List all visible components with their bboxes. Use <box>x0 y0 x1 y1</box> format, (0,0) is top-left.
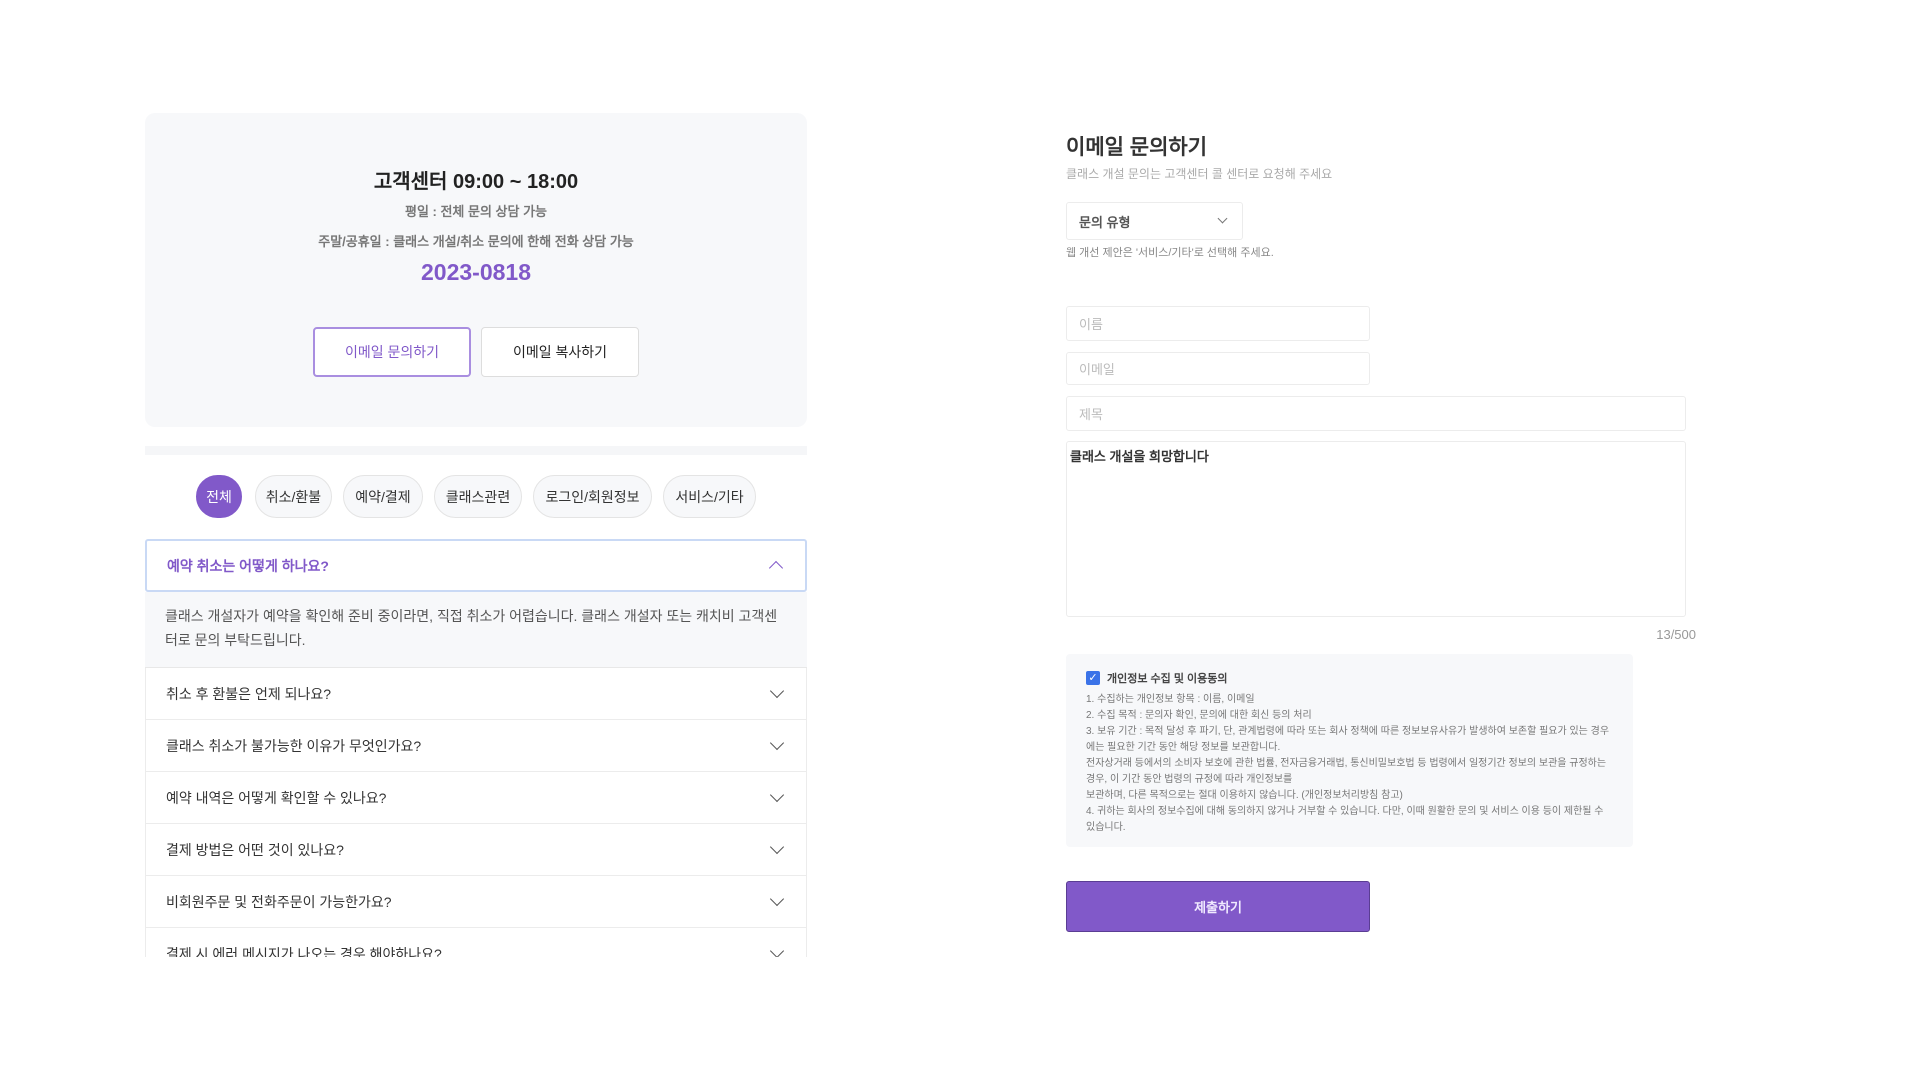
inquiry-type-select[interactable]: 문의 유형 <box>1066 202 1243 240</box>
phone-number: 2023-0818 <box>421 259 531 285</box>
faq-question: 결제 방법은 어떤 것이 있나요? <box>166 841 344 858</box>
select-value: 문의 유형 <box>1079 214 1131 230</box>
chevron-down-icon <box>769 839 785 855</box>
message-textarea[interactable]: 클래스 개설을 희망합니다 <box>1066 441 1686 617</box>
tab-class[interactable]: 클래스관련 <box>434 475 522 518</box>
faq-accordion: 예약 취소는 어떻게 하나요? 클래스 개설자가 예약을 확인해 준비 중이라면… <box>145 539 807 957</box>
char-counter: 13/500 <box>1656 627 1696 642</box>
chevron-down-icon <box>769 735 785 751</box>
faq-item-open[interactable]: 예약 취소는 어떻게 하나요? <box>145 539 807 592</box>
type-hint: 웹 개선 제안은 '서비스/기타'로 선택해 주세요. <box>1066 247 1274 259</box>
chevron-down-icon <box>1217 213 1228 224</box>
faq-question: 취소 후 환불은 언제 되나요? <box>166 685 332 702</box>
checkbox-checked-icon[interactable]: ✓ <box>1086 671 1100 685</box>
tab-reservation-payment[interactable]: 예약/결제 <box>343 475 423 518</box>
tab-login-member[interactable]: 로그인/회원정보 <box>533 475 652 518</box>
chevron-up-icon <box>768 560 784 576</box>
email-inquiry-button[interactable]: 이메일 문의하기 <box>313 327 471 377</box>
contact-info-card: 고객센터 09:00 ~ 18:00 평일 : 전체 문의 상담 가능 주말/공… <box>145 113 807 427</box>
privacy-line: 3. 보유 기간 : 목적 달성 후 파기, 단, 관계법령에 따라 또는 회사… <box>1086 726 1610 753</box>
privacy-line: 보관하며, 다른 목적으로는 절대 이용하지 않습니다. (개인정보처리방침 참… <box>1086 790 1403 801</box>
faq-question: 비회원주문 및 전화주문이 가능한가요? <box>166 893 392 910</box>
tab-service-etc[interactable]: 서비스/기타 <box>663 475 756 518</box>
faq-item[interactable]: 예약 내역은 어떻게 확인할 수 있나요? <box>145 772 807 824</box>
subject-input[interactable]: 제목 <box>1066 396 1686 431</box>
privacy-line: 1. 수집하는 개인정보 항목 : 이름, 이메일 <box>1086 694 1255 705</box>
privacy-title: 개인정보 수집 및 이용동의 <box>1107 673 1228 685</box>
faq-item[interactable]: 비회원주문 및 전화주문이 가능한가요? <box>145 876 807 928</box>
faq-item[interactable]: 결제 시 에러 메시지가 나오는 경우 해야하나요? <box>145 928 807 957</box>
chevron-down-icon <box>769 891 785 907</box>
privacy-line: 2. 수집 목적 : 문의자 확인, 문의에 대한 회신 등의 처리 <box>1086 710 1312 721</box>
email-copy-button[interactable]: 이메일 복사하기 <box>481 327 639 377</box>
privacy-consent-box: ✓ 개인정보 수집 및 이용동의 1. 수집하는 개인정보 항목 : 이름, 이메… <box>1066 654 1633 847</box>
faq-answer: 클래스 개설자가 예약을 확인해 준비 중이라면, 직접 취소가 어렵습니다. … <box>145 592 807 668</box>
chevron-down-icon <box>769 943 785 957</box>
faq-item[interactable]: 취소 후 환불은 언제 되나요? <box>145 668 807 720</box>
weekend-hours: 주말/공휴일 : 클래스 개설/취소 문의에 한해 전화 상담 가능 <box>318 234 634 249</box>
chevron-down-icon <box>769 787 785 803</box>
privacy-line: 4. 귀하는 회사의 정보수집에 대해 동의하지 않거나 거부할 수 있습니다.… <box>1086 806 1604 833</box>
faq-item[interactable]: 클래스 취소가 불가능한 이유가 무엇인가요? <box>145 720 807 772</box>
hours-title: 고객센터 09:00 ~ 18:00 <box>373 171 579 193</box>
submit-button[interactable]: 제출하기 <box>1066 881 1370 932</box>
chevron-down-icon <box>769 683 785 699</box>
email-input[interactable]: 이메일 <box>1066 352 1370 385</box>
weekday-hours: 평일 : 전체 문의 상담 가능 <box>405 204 547 219</box>
faq-question: 예약 내역은 어떻게 확인할 수 있나요? <box>166 789 387 806</box>
faq-question: 클래스 취소가 불가능한 이유가 무엇인가요? <box>166 737 422 754</box>
faq-question: 예약 취소는 어떻게 하나요? <box>167 557 329 574</box>
divider <box>145 446 807 455</box>
tab-cancel-refund[interactable]: 취소/환불 <box>255 475 332 518</box>
tab-all[interactable]: 전체 <box>196 475 242 518</box>
form-title: 이메일 문의하기 <box>1066 136 1208 159</box>
faq-item[interactable]: 결제 방법은 어떤 것이 있나요? <box>145 824 807 876</box>
form-subtitle: 클래스 개설 문의는 고객센터 콜 센터로 요청해 주세요 <box>1066 167 1333 181</box>
faq-question: 결제 시 에러 메시지가 나오는 경우 해야하나요? <box>166 945 442 958</box>
privacy-line: 전자상거래 등에서의 소비자 보호에 관한 법률, 전자금융거래법, 통신비밀보… <box>1086 758 1607 785</box>
name-input[interactable]: 이름 <box>1066 306 1370 341</box>
